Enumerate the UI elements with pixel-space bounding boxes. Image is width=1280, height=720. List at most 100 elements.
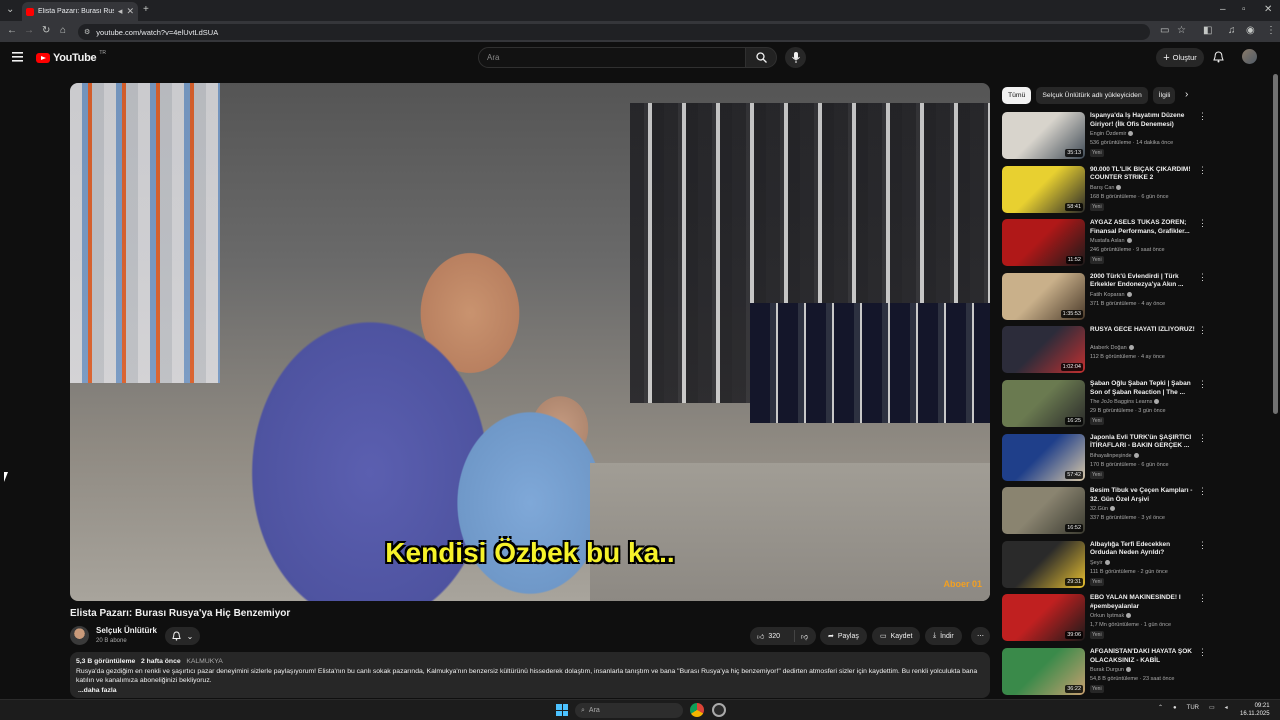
recommended-channel-name[interactable]: Barış Can bbox=[1090, 185, 1114, 191]
recommended-video[interactable]: 58:41 90.000 TL'LİK BIÇAK ÇIKARDIM! COUNT… bbox=[1002, 165, 1207, 217]
tab-close-icon[interactable]: ✕ bbox=[126, 6, 134, 17]
search-button[interactable] bbox=[745, 47, 777, 68]
chrome-app-icon[interactable] bbox=[690, 703, 704, 717]
video-thumbnail[interactable]: 29:31 bbox=[1002, 540, 1085, 588]
create-button[interactable]: + Oluştur bbox=[1156, 48, 1204, 67]
more-options-icon[interactable]: ⋮ bbox=[1198, 326, 1207, 335]
chip-related[interactable]: İlgili bbox=[1152, 87, 1175, 104]
recommended-channel-name[interactable]: Bihayalinpeşinde bbox=[1090, 453, 1132, 459]
more-options-icon[interactable]: ⋮ bbox=[1198, 272, 1207, 282]
forward-icon[interactable]: → bbox=[24, 25, 34, 37]
video-thumbnail[interactable]: 16:52 bbox=[1002, 487, 1085, 535]
voice-search-button[interactable] bbox=[785, 47, 806, 68]
chip-from-uploader[interactable]: Selçuk Ünlütürk adlı yükleyiciden bbox=[1036, 87, 1148, 104]
recommended-video[interactable]: 35:13 İspanya'da İş Hayatımı Düzene Giriy… bbox=[1002, 112, 1207, 163]
recommended-channel-name[interactable]: 32.Gün bbox=[1090, 506, 1108, 512]
recommended-video[interactable]: 11:52 AYGAZ ASELS TUKAS ZOREN; Finansal P… bbox=[1002, 219, 1207, 270]
tray-expand-icon[interactable]: ⌃ bbox=[1158, 704, 1163, 711]
notifications-bell-icon[interactable] bbox=[1213, 51, 1224, 63]
subscription-bell-button[interactable]: ⌄ bbox=[165, 627, 200, 645]
video-thumbnail[interactable]: 39:06 bbox=[1002, 594, 1085, 642]
taskbar-clock[interactable]: 09:21 16.11.2025 bbox=[1240, 702, 1270, 718]
recommended-title[interactable]: AYGAZ ASELS TUKAS ZOREN; Finansal Perfor… bbox=[1090, 219, 1196, 236]
hamburger-menu-icon[interactable] bbox=[12, 52, 24, 62]
reload-icon[interactable]: ↻ bbox=[42, 25, 50, 37]
video-thumbnail[interactable]: 35:13 bbox=[1002, 112, 1085, 159]
recommended-title[interactable]: Albaylığa Terfi Edecekken Ordudan Neden … bbox=[1090, 541, 1196, 558]
share-button[interactable]: ➦ Paylaş bbox=[820, 627, 867, 645]
recommended-title[interactable]: İspanya'da İş Hayatımı Düzene Giriyor! (… bbox=[1090, 112, 1196, 129]
video-player[interactable]: Kendisi Özbek bu ka.. Aboer 01 bbox=[70, 83, 990, 601]
install-app-icon[interactable]: ▭ bbox=[1160, 25, 1169, 37]
more-options-icon[interactable]: ⋮ bbox=[1198, 112, 1207, 121]
recommended-channel-name[interactable]: Ataberk Doğan bbox=[1090, 345, 1127, 351]
speaker-icon[interactable]: ◂ bbox=[118, 6, 123, 17]
recommended-channel-name[interactable]: Engin Özdemir bbox=[1090, 131, 1126, 137]
recommended-title[interactable]: RUSYA GECE HAYATI İZLİYORUZ! bbox=[1090, 326, 1196, 335]
search-input[interactable]: Ara bbox=[478, 47, 746, 68]
maximize-icon[interactable]: ▫ bbox=[1242, 3, 1246, 17]
more-options-icon[interactable]: ⋮ bbox=[1198, 380, 1207, 389]
more-options-icon[interactable]: ⋮ bbox=[1198, 219, 1207, 228]
browser-tab[interactable]: Elista Pazarı: Burası Rusya'y ◂ ✕ bbox=[22, 2, 138, 21]
windows-start-icon[interactable] bbox=[556, 704, 568, 716]
back-icon[interactable]: ← bbox=[7, 25, 17, 37]
more-options-icon[interactable]: ⋮ bbox=[1198, 594, 1207, 603]
recommended-channel-name[interactable]: Burak Durgun bbox=[1090, 667, 1124, 673]
channel-name[interactable]: Selçuk Ünlütürk bbox=[96, 626, 157, 635]
more-options-icon[interactable]: ⋮ bbox=[1198, 487, 1207, 496]
video-thumbnail[interactable]: 11:52 bbox=[1002, 219, 1085, 267]
more-options-icon[interactable]: ⋮ bbox=[1198, 433, 1207, 443]
recommended-video[interactable]: 39:06 EBO YALAN MAKİNESİNDE! I #pembeyala… bbox=[1002, 594, 1207, 645]
profile-icon[interactable]: ◉ bbox=[1246, 25, 1255, 37]
hashtag[interactable]: KALMUKYA bbox=[186, 658, 223, 665]
taskbar-search[interactable]: ⌕ Ara bbox=[575, 703, 683, 718]
media-control-icon[interactable]: ♫ bbox=[1228, 25, 1236, 37]
minimize-icon[interactable]: – bbox=[1220, 3, 1226, 17]
address-bar[interactable]: ⚙ youtube.com/watch?v=4elUvtLdSUA bbox=[78, 24, 1150, 40]
recommended-video[interactable]: 29:31 Albaylığa Terfi Edecekken Ordudan N… bbox=[1002, 540, 1207, 592]
volume-icon[interactable]: ◂ bbox=[1225, 704, 1228, 711]
more-options-icon[interactable]: ⋮ bbox=[1198, 165, 1207, 175]
like-button[interactable]: 👍︎ 320 bbox=[750, 632, 780, 641]
recommended-video[interactable]: 1:02:04 RUSYA GECE HAYATI İZLİYORUZ! Atabe… bbox=[1002, 326, 1207, 377]
recommended-title[interactable]: Besim Tibuk ve Çeçen Kampları - 32. Gün … bbox=[1090, 487, 1196, 504]
save-button[interactable]: ▭ Kaydet bbox=[872, 627, 921, 645]
recommended-channel-name[interactable]: The JoJo Baggins Learns bbox=[1090, 399, 1152, 405]
recommended-video[interactable]: 16:52 Besim Tibuk ve Çeçen Kampları - 32.… bbox=[1002, 487, 1207, 538]
recommended-channel-name[interactable]: Mustafa Aslan bbox=[1090, 238, 1125, 244]
recommended-video[interactable]: 57:42 Japonla Evli TÜRK'ün ŞAŞIRTICI İTİR… bbox=[1002, 433, 1207, 485]
recommended-video[interactable]: 36:22 AFGANİSTAN'DAKİ HAYATA ŞOK OLACAKSI… bbox=[1002, 648, 1207, 699]
dislike-button[interactable]: 👎︎ bbox=[793, 630, 816, 642]
recommended-title[interactable]: 90.000 TL'LİK BIÇAK ÇIKARDIM! COUNTER ST… bbox=[1090, 166, 1196, 183]
extensions-icon[interactable]: ◧ bbox=[1203, 25, 1212, 37]
recommended-channel-name[interactable]: Şeyir bbox=[1090, 560, 1103, 566]
recommended-title[interactable]: AFGANİSTAN'DAKİ HAYATA ŞOK OLACAKSINIZ -… bbox=[1090, 648, 1196, 665]
tray-mic-icon[interactable]: ● bbox=[1173, 705, 1177, 711]
video-thumbnail[interactable]: 16:25 bbox=[1002, 380, 1085, 427]
media-app-icon[interactable] bbox=[712, 703, 726, 717]
video-thumbnail[interactable]: 57:42 bbox=[1002, 433, 1085, 481]
more-options-icon[interactable]: ⋮ bbox=[1198, 540, 1207, 550]
chip-all[interactable]: Tümü bbox=[1002, 87, 1032, 104]
channel-avatar[interactable] bbox=[70, 626, 89, 645]
window-close-icon[interactable]: ✕ bbox=[1264, 3, 1272, 17]
recommended-title[interactable]: Japonla Evli TÜRK'ün ŞAŞIRTICI İTİRAFLAR… bbox=[1090, 434, 1196, 451]
chips-next-icon[interactable]: › bbox=[1185, 89, 1188, 100]
download-button[interactable]: ⤓ İndir bbox=[925, 627, 962, 645]
account-avatar[interactable] bbox=[1242, 49, 1257, 64]
more-actions-button[interactable]: ⋯ bbox=[971, 627, 990, 645]
recommended-title[interactable]: Şaban Oğlu Şaban Tepki | Şaban Son of Şa… bbox=[1090, 380, 1196, 397]
bookmark-star-icon[interactable]: ☆ bbox=[1177, 25, 1186, 37]
video-thumbnail[interactable]: 36:22 bbox=[1002, 648, 1085, 695]
input-language[interactable]: TUR bbox=[1187, 705, 1199, 711]
recommended-video[interactable]: 1:35:53 2000 Türk'ü Evlendirdi | Türk Erk… bbox=[1002, 272, 1207, 324]
youtube-logo[interactable]: YouTube TR bbox=[36, 50, 106, 64]
video-thumbnail[interactable]: 1:35:53 bbox=[1002, 272, 1085, 320]
home-icon[interactable]: ⌂ bbox=[60, 25, 66, 37]
tab-search-icon[interactable]: ⌄ bbox=[6, 3, 14, 17]
network-icon[interactable]: ▭ bbox=[1209, 704, 1215, 711]
recommended-video[interactable]: 16:25 Şaban Oğlu Şaban Tepki | Şaban Son … bbox=[1002, 380, 1207, 431]
show-more-link[interactable]: ...daha fazla bbox=[76, 686, 984, 696]
recommended-title[interactable]: 2000 Türk'ü Evlendirdi | Türk Erkekler E… bbox=[1090, 273, 1196, 290]
